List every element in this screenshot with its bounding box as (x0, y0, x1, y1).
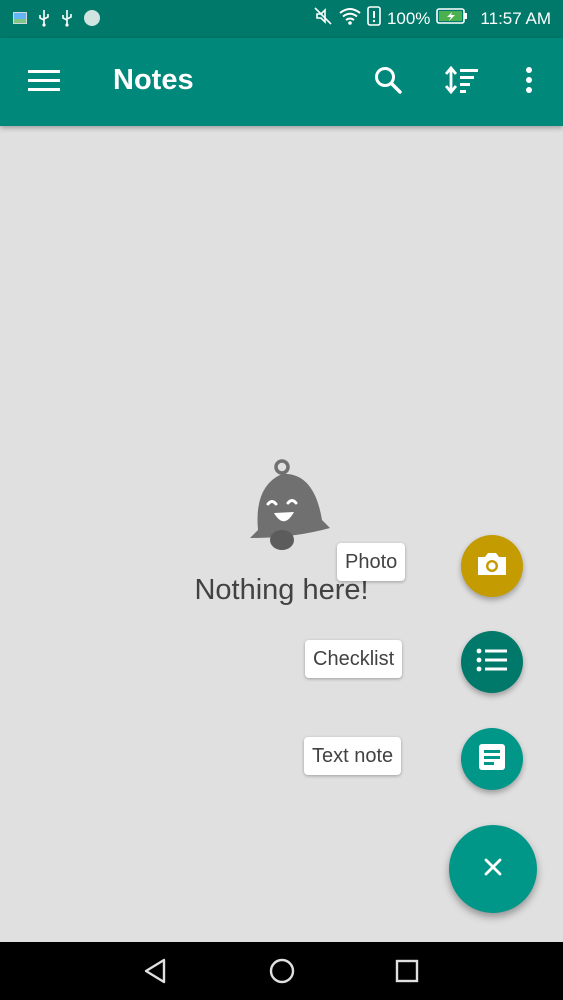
home-icon (266, 958, 298, 991)
list-icon (476, 648, 508, 677)
search-button[interactable] (366, 62, 410, 102)
back-button[interactable] (140, 955, 174, 987)
app-bar: Notes (0, 38, 563, 126)
note-icon (478, 743, 506, 776)
circle-notification-icon (83, 9, 101, 32)
sort-button[interactable] (440, 62, 484, 102)
add-checklist-button[interactable] (461, 631, 523, 693)
clock: 11:57 AM (480, 8, 551, 28)
text-note-label[interactable]: Text note (304, 737, 402, 775)
page-title: Notes (113, 64, 194, 96)
photo-label[interactable]: Photo (337, 543, 406, 581)
checklist-label[interactable]: Checklist (305, 640, 403, 678)
back-icon (140, 958, 174, 991)
battery-charging-icon (436, 7, 468, 30)
more-options-button[interactable] (507, 62, 551, 102)
add-photo-button[interactable] (461, 535, 523, 597)
close-fab-menu-button[interactable] (449, 825, 537, 913)
camera-icon (476, 550, 508, 583)
battery-percent: 100% (386, 8, 431, 28)
usb-icon (37, 9, 51, 32)
mute-icon (313, 6, 333, 31)
bell-smile-icon (244, 456, 336, 552)
home-button[interactable] (266, 955, 298, 987)
sort-icon (444, 65, 479, 99)
status-bar: 100% 11:57 AM (0, 0, 563, 38)
add-text-note-button[interactable] (461, 728, 523, 790)
search-icon (373, 65, 403, 100)
usb-icon (60, 9, 74, 32)
status-notifications (12, 9, 101, 32)
close-icon (483, 857, 503, 882)
recents-icon (392, 959, 422, 991)
gallery-notification-icon (12, 10, 28, 31)
menu-icon (28, 68, 60, 97)
signal-alert-icon (367, 6, 381, 31)
menu-button[interactable] (22, 62, 66, 102)
wifi-icon (339, 7, 361, 30)
status-system: 100% 11:57 AM (313, 6, 551, 31)
more-vert-icon (525, 66, 533, 99)
system-navigation-bar (0, 942, 563, 1000)
recents-button[interactable] (392, 955, 422, 987)
